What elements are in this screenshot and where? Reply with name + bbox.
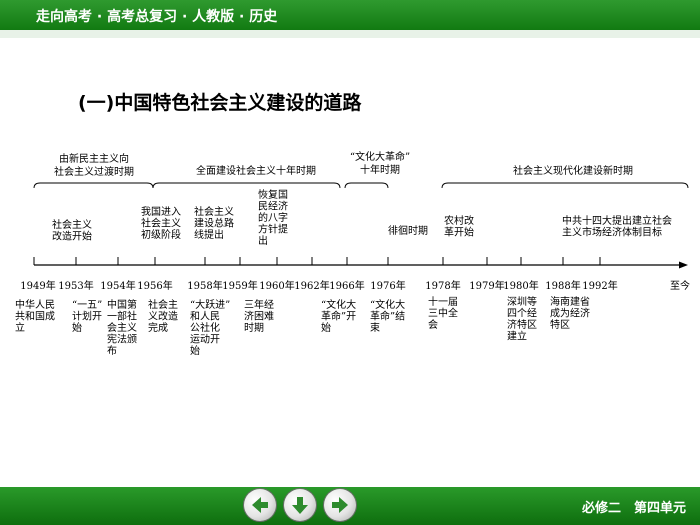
lower-event-label: 中华人民共和国成立 — [15, 298, 55, 334]
lower-event-label: “文化大革命”结束 — [370, 298, 405, 334]
year-label: 1956年 — [137, 279, 172, 292]
lower-event-label: 三年经济困难时期 — [244, 298, 274, 334]
period-bracket — [33, 182, 154, 189]
year-label: 1959年 — [222, 279, 257, 292]
lower-event-label: 深圳等四个经济特区建立 — [507, 295, 537, 343]
upper-event-label: 恢复国民经济的八字方针提出 — [258, 188, 288, 247]
period-label: 全面建设社会主义十年时期 — [196, 164, 316, 177]
arrow-down-icon — [292, 497, 308, 514]
year-label: 至今 — [670, 279, 690, 292]
upper-event-label: 我国进入社会主义初级阶段 — [141, 206, 181, 241]
year-label: 1976年 — [370, 279, 405, 292]
upper-event-label: 社会主义建设总路线提出 — [194, 205, 234, 241]
upper-event-label: 徘徊时期 — [388, 225, 428, 237]
year-label: 1980年 — [503, 279, 538, 292]
lower-event-label: “文化大革命”开始 — [321, 298, 356, 334]
period-bracket — [441, 182, 689, 189]
year-label: 1962年 — [294, 279, 329, 292]
prev-button[interactable] — [244, 489, 276, 521]
period-label: “文化大革命”十年时期 — [350, 150, 410, 176]
year-label: 1954年 — [100, 279, 135, 292]
period-label: 社会主义现代化建设新时期 — [513, 164, 633, 177]
year-label: 1966年 — [329, 279, 364, 292]
lower-event-label: 中国第一部社会主义宪法颁布 — [107, 298, 137, 357]
upper-event-label: 中共十四大提出建立社会主义市场经济体制目标 — [562, 214, 672, 239]
year-label: 1958年 — [187, 279, 222, 292]
upper-event-label: 农村改革开始 — [444, 214, 474, 239]
upper-event-label: 社会主义改造开始 — [52, 218, 92, 243]
lower-event-label: 十一届三中全会 — [428, 295, 458, 331]
arrow-right-icon — [332, 497, 348, 513]
footer-bar: 必修二 第四单元 — [0, 487, 700, 525]
timeline-diagram: 由新民主主义向社会主义过渡时期 全面建设社会主义十年时期 “文化大革命”十年时期社会… — [15, 150, 690, 357]
period-label: 由新民主主义向社会主义过渡时期 — [54, 152, 134, 178]
footer-label: 必修二 第四单元 — [581, 501, 686, 516]
lower-event-label: 社会主义改造完成 — [148, 298, 178, 334]
timeline-arrow — [679, 261, 688, 269]
year-label: 1979年 — [469, 279, 504, 292]
year-label: 1992年 — [582, 279, 617, 292]
year-label: 1978年 — [425, 279, 460, 292]
year-label: 1960年 — [259, 279, 294, 292]
lower-event-label: 海南建省成为经济特区 — [550, 295, 590, 331]
period-bracket — [344, 182, 389, 189]
next-button[interactable] — [324, 489, 356, 521]
year-label: 1949年 — [20, 279, 55, 292]
home-button[interactable] — [284, 489, 316, 521]
arrow-left-icon — [252, 497, 268, 513]
lower-event-label: “大跃进”和人民公社化运动开始 — [190, 298, 230, 357]
lower-event-label: “一五”计划开始 — [72, 300, 102, 334]
period-bracket — [152, 182, 341, 189]
year-label: 1988年 — [545, 279, 580, 292]
year-label: 1953年 — [58, 279, 93, 292]
